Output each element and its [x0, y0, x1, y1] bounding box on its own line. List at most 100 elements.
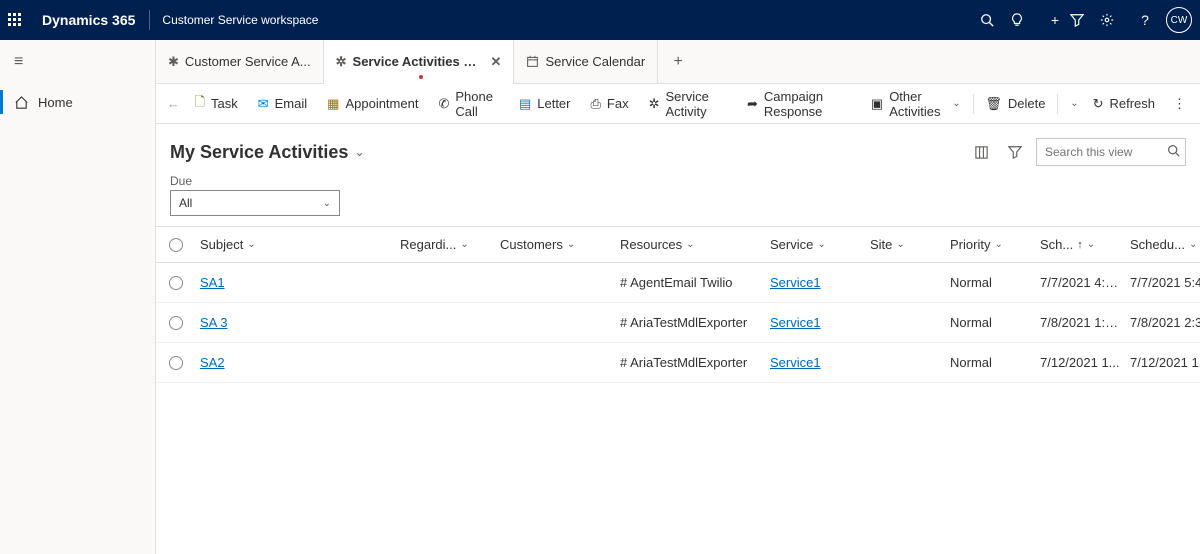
- cmd-other-activities[interactable]: ▣Other Activities⌄: [861, 84, 971, 123]
- cell-priority: Normal: [946, 275, 1036, 290]
- tab-label: Service Calendar: [545, 54, 645, 69]
- back-button[interactable]: ←: [162, 96, 185, 111]
- cell-service-link[interactable]: Service1: [770, 355, 821, 370]
- col-customers[interactable]: Customers⌄: [496, 237, 616, 252]
- cmd-label: Campaign Response: [764, 89, 851, 119]
- home-icon: [14, 95, 32, 110]
- lightbulb-icon[interactable]: [1010, 13, 1040, 27]
- search-icon[interactable]: [1167, 144, 1180, 157]
- cmd-label: Appointment: [345, 96, 418, 111]
- grid-header: Subject⌄ Regardi...⌄ Customers⌄ Resource…: [156, 227, 1200, 263]
- activity-icon: ✲: [336, 54, 347, 70]
- chevron-down-icon: ⌄: [686, 239, 694, 250]
- email-icon: ✉: [258, 96, 269, 112]
- cmd-email[interactable]: ✉Email: [248, 84, 317, 123]
- sort-asc-icon: ↑: [1077, 239, 1083, 251]
- help-icon[interactable]: ?: [1130, 12, 1160, 28]
- row-select-radio[interactable]: [169, 316, 183, 330]
- select-all-radio[interactable]: [169, 238, 183, 252]
- cmd-delete-split-chevron[interactable]: ⌄: [1060, 84, 1082, 123]
- cmd-campaign-response[interactable]: ➦ Campaign Response: [737, 84, 861, 123]
- cmd-label: Letter: [537, 96, 570, 111]
- cmd-delete[interactable]: 🗑Delete: [975, 84, 1055, 123]
- tab-service-activities[interactable]: ✲ Service Activities My Ser... ✕: [324, 40, 515, 83]
- cell-priority: Normal: [946, 315, 1036, 330]
- cmd-refresh[interactable]: ↻Refresh: [1083, 84, 1165, 123]
- table-row[interactable]: SA2 # AriaTestMdlExporter Service1 Normal7/…: [156, 343, 1200, 383]
- calendar-icon: [526, 55, 539, 68]
- cell-resources: # AgentEmail Twilio: [616, 275, 766, 290]
- chevron-down-icon: ⌄: [567, 239, 575, 250]
- brand-label[interactable]: Dynamics 365: [42, 12, 135, 28]
- letter-icon: ▤: [519, 96, 531, 112]
- view-selector-chevron[interactable]: ⌄: [354, 145, 364, 159]
- col-label: Service: [770, 237, 813, 252]
- command-separator: [1057, 94, 1058, 114]
- filter-value: All: [179, 196, 192, 210]
- cmd-label: Phone Call: [455, 89, 499, 119]
- other-icon: ▣: [871, 96, 883, 112]
- cell-service-link[interactable]: Service1: [770, 275, 821, 290]
- col-resources[interactable]: Resources⌄: [616, 237, 766, 252]
- col-priority[interactable]: Priority⌄: [946, 237, 1036, 252]
- cell-sch-end: 7/7/2021 5:4...: [1126, 275, 1200, 290]
- app-launcher-icon[interactable]: [8, 13, 32, 27]
- sidebar-item-home[interactable]: Home: [0, 84, 155, 120]
- tab-add-button[interactable]: +: [658, 40, 698, 83]
- grid-icon: ✱: [168, 54, 179, 70]
- cell-priority: Normal: [946, 355, 1036, 370]
- col-site[interactable]: Site⌄: [866, 237, 946, 252]
- search-icon[interactable]: [980, 13, 1010, 27]
- cell-subject-link[interactable]: SA 3: [200, 315, 227, 330]
- phone-icon: ✆: [438, 96, 449, 112]
- cell-sch-start: 7/7/2021 4:4...: [1036, 275, 1126, 290]
- cmd-letter[interactable]: ▤ Letter: [509, 84, 581, 123]
- cmd-label: Fax: [607, 96, 629, 111]
- workspace-label[interactable]: Customer Service workspace: [162, 13, 318, 27]
- col-label: Subject: [200, 237, 243, 252]
- filter-icon[interactable]: [1070, 13, 1100, 27]
- appointment-icon: ▦: [327, 96, 339, 112]
- cmd-overflow[interactable]: ⋮: [1165, 96, 1194, 112]
- row-select-radio[interactable]: [169, 356, 183, 370]
- cmd-label: Other Activities: [889, 89, 946, 119]
- edit-columns-icon[interactable]: [968, 139, 994, 165]
- cmd-phonecall[interactable]: ✆ Phone Call: [428, 84, 509, 123]
- user-avatar[interactable]: CW: [1166, 7, 1192, 33]
- cmd-service-activity[interactable]: ✲Service Activity: [639, 84, 737, 123]
- col-subject[interactable]: Subject⌄: [196, 237, 396, 252]
- tab-service-calendar[interactable]: Service Calendar: [514, 40, 658, 83]
- filter-icon[interactable]: [1002, 139, 1028, 165]
- col-sch-start[interactable]: Sch...↑⌄: [1036, 237, 1126, 252]
- activities-grid: Subject⌄ Regardi...⌄ Customers⌄ Resource…: [156, 226, 1200, 554]
- cell-subject-link[interactable]: SA2: [200, 355, 225, 370]
- chevron-down-icon: ⌄: [817, 239, 825, 250]
- cmd-fax[interactable]: ⎙Fax: [581, 84, 639, 123]
- nav-toggle-icon[interactable]: ≡: [0, 40, 155, 84]
- view-title: My Service Activities: [170, 142, 348, 163]
- cell-subject-link[interactable]: SA1: [200, 275, 225, 290]
- cmd-task[interactable]: 🗋Task: [185, 84, 248, 123]
- cmd-appointment[interactable]: ▦ Appointment: [317, 84, 428, 123]
- tab-close-icon[interactable]: ✕: [491, 54, 502, 70]
- filter-due-dropdown[interactable]: All ⌄: [170, 190, 340, 216]
- cell-resources: # AriaTestMdlExporter: [616, 315, 766, 330]
- cell-sch-start: 7/12/2021 1...: [1036, 355, 1126, 370]
- command-separator: [973, 94, 974, 114]
- search-input[interactable]: [1036, 138, 1186, 166]
- row-select-radio[interactable]: [169, 276, 183, 290]
- campaign-icon: ➦: [747, 96, 758, 112]
- cell-service-link[interactable]: Service1: [770, 315, 821, 330]
- col-service[interactable]: Service ⌄: [766, 237, 866, 252]
- add-icon[interactable]: +: [1040, 12, 1070, 28]
- service-activity-icon: ✲: [649, 96, 660, 112]
- table-row[interactable]: SA 3# AriaTestMdlExporterService1Normal7…: [156, 303, 1200, 343]
- col-sch-end[interactable]: Schedu...⌄: [1126, 237, 1200, 252]
- table-row[interactable]: SA1# AgentEmail TwilioService1Normal7/7/…: [156, 263, 1200, 303]
- cmd-label: Task: [211, 96, 238, 111]
- tab-customer-service-agent[interactable]: ✱ Customer Service A...: [156, 40, 324, 83]
- col-regarding[interactable]: Regardi...⌄: [396, 237, 496, 252]
- chevron-down-icon: ⌄: [460, 239, 468, 250]
- settings-icon[interactable]: [1100, 13, 1130, 27]
- cell-resources: # AriaTestMdlExporter: [616, 355, 766, 370]
